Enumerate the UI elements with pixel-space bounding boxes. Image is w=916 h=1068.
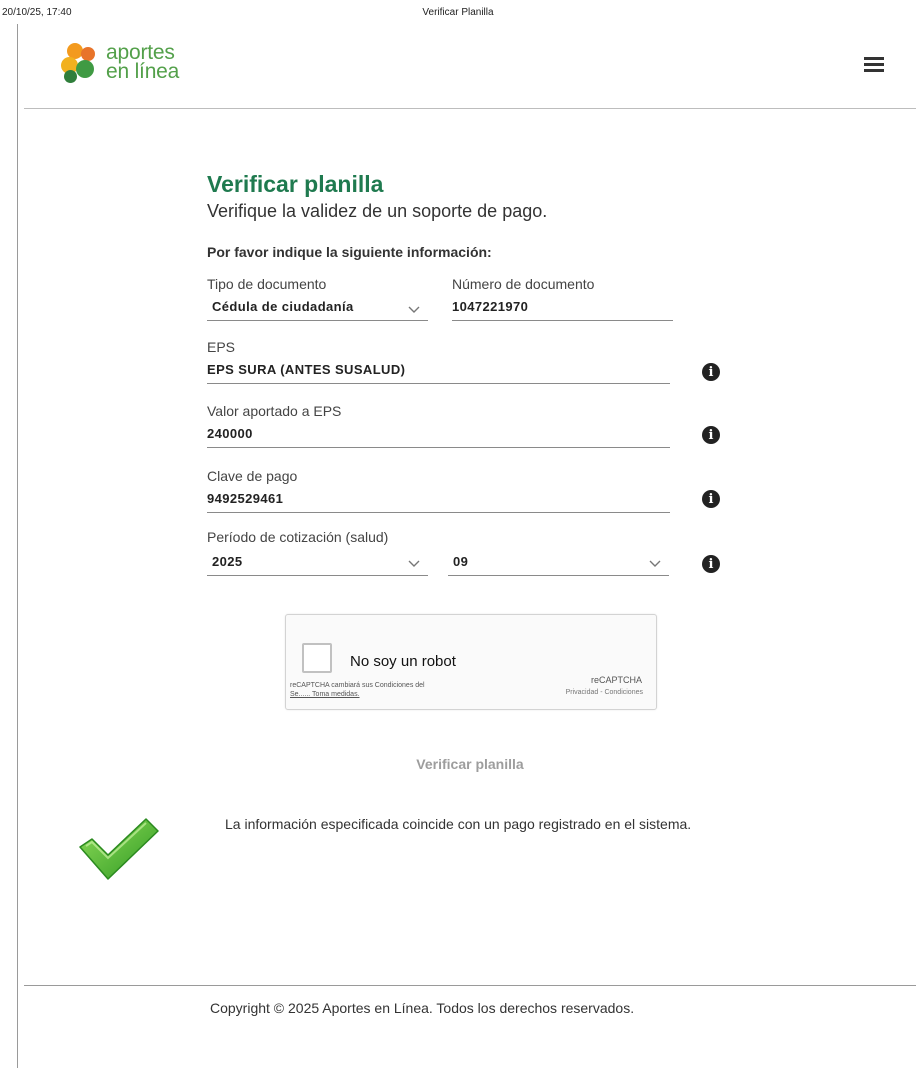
payment-key-info-icon[interactable]: i <box>702 490 720 508</box>
print-header: 20/10/25, 17:40 Verificar Planilla <box>0 0 916 22</box>
period-label: Período de cotización (salud) <box>207 529 389 545</box>
eps-info-icon[interactable]: i <box>702 363 720 381</box>
payment-key-label: Clave de pago <box>207 468 298 484</box>
page-title: Verificar planilla <box>207 171 384 197</box>
period-year-select[interactable]: 2025 <box>207 548 428 576</box>
form-instruction: Por favor indique la siguiente informaci… <box>207 244 492 260</box>
document-type-value: Cédula de ciudadanía <box>212 299 354 314</box>
period-month-select[interactable]: 09 <box>448 548 669 576</box>
document-number-value: 1047221970 <box>452 299 529 314</box>
document-number-field[interactable]: Número de documento 1047221970 <box>452 276 673 321</box>
recaptcha-widget: No soy un robot reCAPTCHA cambiará sus C… <box>285 614 657 710</box>
payment-key-value: 9492529461 <box>207 491 284 506</box>
recaptcha-label: No soy un robot <box>350 653 456 670</box>
payment-key-field[interactable]: Clave de pago 9492529461 <box>207 468 670 513</box>
verify-button[interactable]: Verificar planilla <box>0 756 916 772</box>
recaptcha-notice-line2[interactable]: Se...... Toma medidas. <box>290 690 425 699</box>
recaptcha-notice: reCAPTCHA cambiará sus Condiciones del S… <box>290 681 425 699</box>
document-type-select[interactable]: Tipo de documento Cédula de ciudadanía <box>207 276 428 321</box>
eps-label: EPS <box>207 339 236 355</box>
recaptcha-notice-line1: reCAPTCHA cambiará sus Condiciones del <box>290 682 425 689</box>
recaptcha-terms-link[interactable]: Privacidad - Condiciones <box>566 689 643 696</box>
logo-dots-icon <box>59 43 103 85</box>
footer-copyright: Copyright © 2025 Aportes en Línea. Todos… <box>210 1000 635 1016</box>
result-message: La información especificada coincide con… <box>225 816 692 832</box>
print-title: Verificar Planilla <box>422 7 494 18</box>
eps-value: EPS SURA (ANTES SUSALUD) <box>207 362 406 377</box>
eps-field[interactable]: EPS EPS SURA (ANTES SUSALUD) <box>207 339 670 384</box>
checkmark-icon <box>79 818 159 880</box>
period-year-value: 2025 <box>212 554 243 569</box>
brand-logo[interactable]: aportes en línea <box>59 41 199 89</box>
logo-text-line2: en línea <box>106 60 180 83</box>
eps-amount-info-icon[interactable]: i <box>702 426 720 444</box>
page-subtitle: Verifique la validez de un soporte de pa… <box>207 201 548 221</box>
hamburger-icon[interactable] <box>864 57 884 73</box>
period-month-value: 09 <box>453 554 469 569</box>
chevron-down-icon <box>649 560 661 567</box>
recaptcha-checkbox[interactable] <box>302 643 332 673</box>
left-margin-rule <box>17 24 18 1068</box>
eps-amount-value: 240000 <box>207 426 253 441</box>
chevron-down-icon <box>408 306 420 313</box>
eps-amount-field[interactable]: Valor aportado a EPS 240000 <box>207 403 670 448</box>
period-info-icon[interactable]: i <box>702 555 720 573</box>
footer-divider <box>24 985 916 986</box>
top-navbar: aportes en línea <box>24 28 916 109</box>
document-type-label: Tipo de documento <box>207 276 327 292</box>
logo-text: aportes en línea <box>106 42 180 83</box>
document-number-label: Número de documento <box>452 276 595 292</box>
eps-amount-label: Valor aportado a EPS <box>207 403 342 419</box>
recaptcha-brand: reCAPTCHA <box>590 675 642 685</box>
chevron-down-icon <box>408 560 420 567</box>
